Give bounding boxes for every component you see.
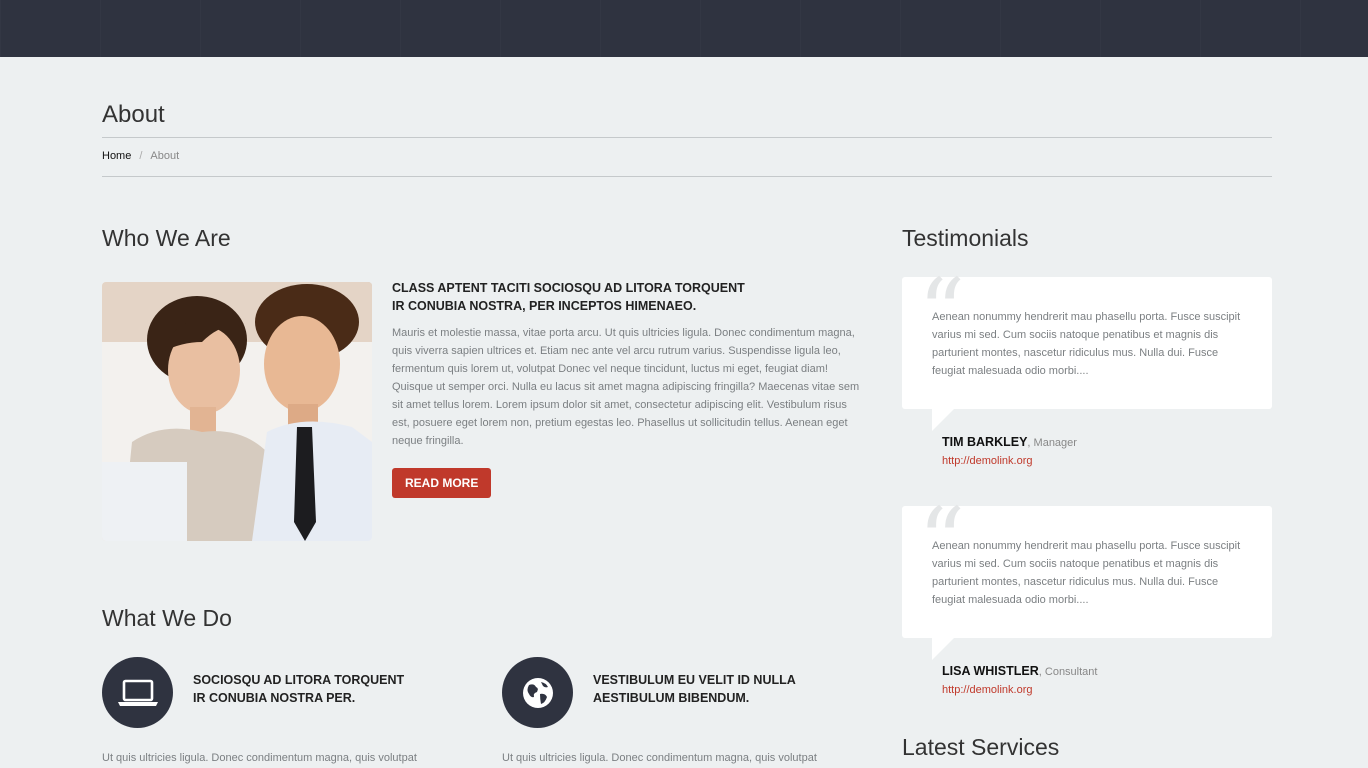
- author-link[interactable]: http://demolink.org: [942, 681, 1272, 699]
- breadcrumb-divider: [102, 176, 1272, 177]
- who-we-are-title: CLASS APTENT TACITI SOCIOSQU AD LITORA T…: [392, 279, 867, 315]
- team-photo: [102, 282, 372, 541]
- testimonial-text: Aenean nonummy hendrerit mau phasellu po…: [932, 311, 1241, 377]
- breadcrumb-current: About: [150, 150, 180, 162]
- testimonial-bubble: “ Aenean nonummy hendrerit mau phasellu …: [902, 267, 1272, 431]
- feature-title-line-1: VESTIBULUM EU VELIT ID NULLA: [593, 673, 796, 687]
- feature-title: VESTIBULUM EU VELIT ID NULLA AESTIBULUM …: [593, 671, 873, 707]
- testimonials-heading: Testimonials: [902, 225, 1029, 251]
- what-we-do-heading: What We Do: [102, 605, 232, 631]
- testimonial-author: LISA WHISTLER, Consultant http://demolin…: [902, 662, 1272, 699]
- testimonial-bubble: “ Aenean nonummy hendrerit mau phasellu …: [902, 496, 1272, 660]
- testimonial-card: “ Aenean nonummy hendrerit mau phasellu …: [902, 267, 1272, 470]
- breadcrumb-separator: /: [139, 150, 143, 162]
- who-we-are-content: CLASS APTENT TACITI SOCIOSQU AD LITORA T…: [392, 279, 867, 498]
- feature-title-line-1: SOCIOSQU AD LITORA TORQUENT: [193, 673, 405, 687]
- testimonial-text: Aenean nonummy hendrerit mau phasellu po…: [932, 540, 1241, 606]
- title-divider: [102, 137, 1272, 138]
- breadcrumb-home-link[interactable]: Home: [102, 150, 131, 162]
- feature-title-line-2: AESTIBULUM BIBENDUM.: [593, 691, 750, 705]
- testimonial-card: “ Aenean nonummy hendrerit mau phasellu …: [902, 496, 1272, 699]
- breadcrumb: Home / About: [102, 150, 179, 162]
- who-we-are-body: Mauris et molestie massa, vitae porta ar…: [392, 327, 860, 447]
- feature-title: SOCIOSQU AD LITORA TORQUENT IR CONUBIA N…: [193, 671, 473, 707]
- read-more-button[interactable]: READ MORE: [392, 468, 492, 498]
- author-name: TIM BARKLEY: [942, 435, 1028, 449]
- who-we-are-heading: Who We Are: [102, 225, 231, 251]
- globe-icon: [502, 657, 573, 728]
- latest-services-heading: Latest Services: [902, 734, 1060, 760]
- top-header-bar: [0, 0, 1368, 57]
- who-title-line-2: IR CONUBIA NOSTRA, PER INCEPTOS HIMENAEO…: [392, 299, 697, 313]
- feature-title-line-2: IR CONUBIA NOSTRA PER.: [193, 691, 356, 705]
- author-role: , Consultant: [1038, 666, 1098, 678]
- feature-text: Ut quis ultricies ligula. Donec condimen…: [502, 752, 817, 764]
- couple-illustration: [102, 282, 372, 541]
- laptop-icon: [102, 657, 173, 728]
- who-title-line-1: CLASS APTENT TACITI SOCIOSQU AD LITORA T…: [392, 281, 745, 295]
- author-name: LISA WHISTLER: [942, 664, 1039, 678]
- testimonial-author: TIM BARKLEY, Manager http://demolink.org: [902, 433, 1272, 470]
- author-role: , Manager: [1027, 437, 1077, 449]
- feature-text: Ut quis ultricies ligula. Donec condimen…: [102, 752, 417, 764]
- page-title: About: [102, 101, 165, 128]
- author-link[interactable]: http://demolink.org: [942, 452, 1272, 470]
